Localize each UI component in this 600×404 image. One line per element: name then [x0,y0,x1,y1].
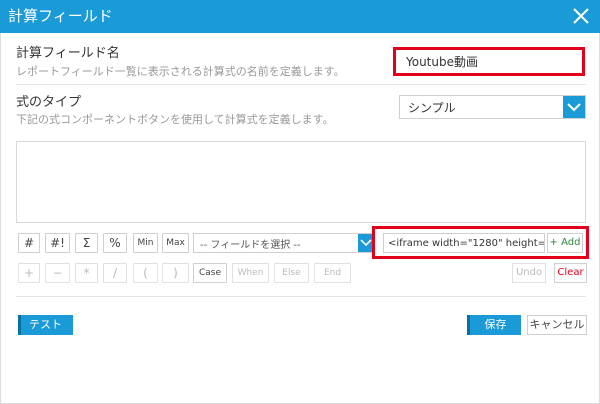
dialog-body: 計算フィールド名 レポートフィールド一覧に表示される計算式の名前を定義します。 … [0,33,600,404]
formula-editor[interactable] [16,141,586,223]
number-button[interactable]: # [18,233,40,253]
formula-type-label: 式のタイプ [16,95,82,110]
field-select-value: -- フィールドを選択 -- [200,240,301,251]
plus-button[interactable]: + [18,263,40,283]
max-button[interactable]: Max [162,233,189,253]
dialog-title: 計算フィールド [8,7,113,25]
multiply-button[interactable]: * [75,263,98,283]
close-paren-button[interactable]: ) [162,263,189,283]
formula-type-description: 下記の式コンポーネントボタンを使用して計算式を定義します。 [16,113,334,126]
divider [16,84,586,85]
field-select[interactable]: -- フィールドを選択 -- [193,233,375,253]
end-button[interactable]: End [314,263,351,283]
clear-button[interactable]: Clear [554,263,587,283]
formula-type-selected-value: シンプル [408,101,456,115]
formula-type-select[interactable]: シンプル [399,95,586,119]
sum-button[interactable]: Σ [75,233,98,253]
minus-button[interactable]: − [45,263,70,283]
dialog-titlebar: 計算フィールド [0,0,600,33]
add-button[interactable]: + Add [547,233,583,253]
undo-button[interactable]: Undo [512,263,546,283]
case-button[interactable]: Case [193,263,227,283]
cancel-button[interactable]: キャンセル [527,315,587,335]
divider [16,296,586,297]
close-icon[interactable] [570,5,592,27]
calc-field-name-input[interactable] [393,47,585,76]
when-button[interactable]: When [232,263,269,283]
test-button[interactable]: テスト [18,315,73,335]
divide-button[interactable]: / [103,263,127,283]
expression-input[interactable] [383,233,545,253]
else-button[interactable]: Else [274,263,309,283]
percent-button[interactable]: % [103,233,127,253]
calc-field-name-label: 計算フィールド名 [16,46,120,61]
save-button[interactable]: 保存 [467,315,521,335]
calc-field-name-description: レポートフィールド一覧に表示される計算式の名前を定義します。 [16,65,345,78]
open-paren-button[interactable]: ( [133,263,158,283]
min-button[interactable]: Min [133,233,158,253]
formula-type-dropdown-button[interactable] [563,96,585,118]
chevron-down-icon [567,103,581,112]
number-not-button[interactable]: #! [45,233,70,253]
